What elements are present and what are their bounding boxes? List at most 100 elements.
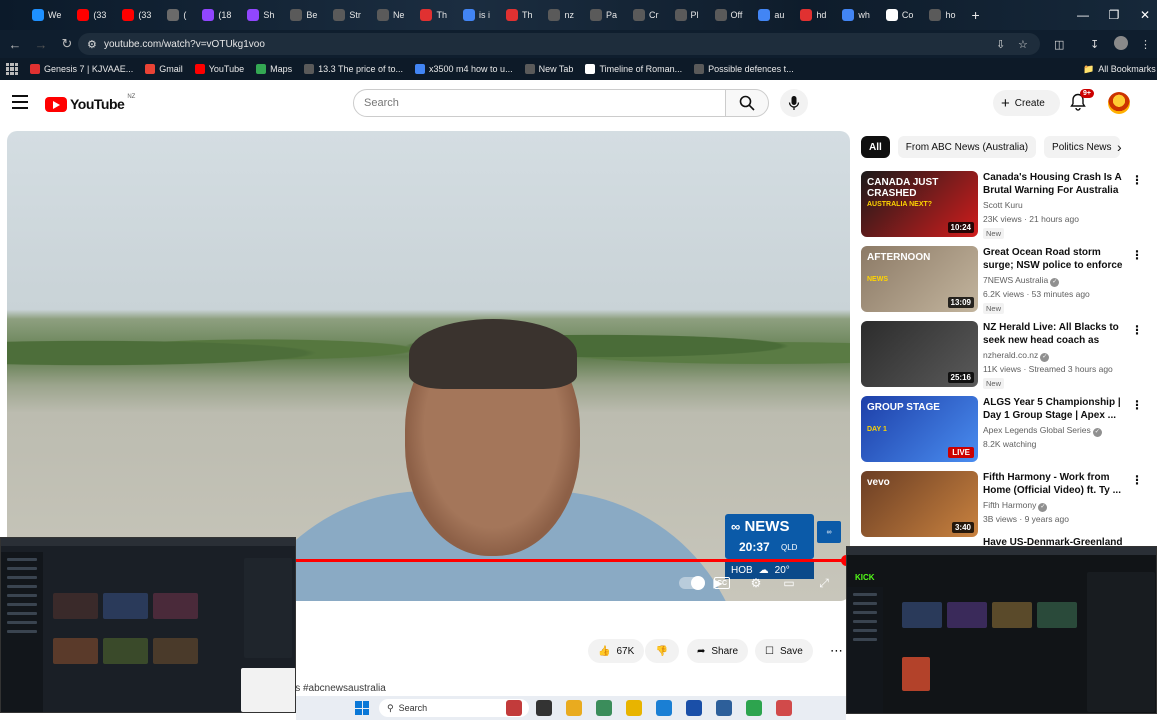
chevron-right-icon[interactable]: › — [1117, 139, 1122, 155]
browser-tab[interactable]: Cr — [625, 0, 667, 30]
recommendation-channel[interactable]: Scott Kuru — [983, 200, 1023, 210]
browser-tab[interactable]: Pl — [667, 0, 707, 30]
bookmark-item[interactable]: Possible defences t... — [694, 64, 794, 74]
recommendation-title[interactable]: ALGS Year 5 Championship | Day 1 Group S… — [983, 396, 1128, 422]
taskbar-app-icon[interactable] — [566, 700, 582, 716]
recommendation-channel[interactable]: 7NEWS Australia ✓ — [983, 275, 1060, 287]
like-button[interactable]: 👍 67K — [588, 639, 645, 663]
url-field[interactable]: ⚙ youtube.com/watch?v=vOTUkg1voo ⇩ ☆ — [78, 33, 1040, 55]
close-window-icon[interactable]: ✕ — [1128, 0, 1157, 30]
restore-icon[interactable]: ❐ — [1097, 0, 1131, 30]
more-options-icon[interactable]: ⋮ — [1131, 173, 1143, 187]
browser-tab[interactable]: is i — [455, 0, 498, 30]
share-button[interactable]: ➦ Share — [687, 639, 749, 663]
browser-tab[interactable]: Th — [498, 0, 541, 30]
bookmark-item[interactable]: Gmail — [145, 64, 183, 74]
forward-icon[interactable]: → — [30, 33, 52, 55]
browser-tab[interactable]: Ne — [369, 0, 413, 30]
recommendation-title[interactable]: Great Ocean Road storm surge; NSW police… — [983, 246, 1128, 272]
search-box[interactable] — [353, 89, 726, 117]
create-button[interactable]: + Create — [993, 90, 1060, 116]
browser-tab[interactable]: Sh — [239, 0, 282, 30]
recommendation-thumbnail[interactable]: GROUP STAGE DAY 1 LIVE — [861, 396, 978, 462]
more-options-icon[interactable]: ⋮ — [1131, 323, 1143, 337]
bookmark-item[interactable]: 13.3 The price of to... — [304, 64, 403, 74]
more-actions-icon[interactable]: ⋯ — [830, 643, 843, 659]
search-button[interactable] — [725, 89, 769, 117]
browser-tab[interactable]: We — [24, 0, 69, 30]
recommendation-thumbnail[interactable]: CANADA JUST CRASHED AUSTRALIA NEXT? 10:24 — [861, 171, 978, 237]
browser-tab[interactable]: Be — [282, 0, 325, 30]
more-options-icon[interactable]: ⋮ — [1131, 248, 1143, 262]
menu-hamburger-icon[interactable] — [12, 95, 28, 109]
downloads-icon[interactable]: ↧ — [1090, 38, 1099, 51]
browser-tab[interactable]: Co — [878, 0, 922, 30]
search-input[interactable] — [364, 97, 704, 109]
extensions-icon[interactable]: ◫ — [1054, 38, 1064, 51]
more-options-icon[interactable]: ⋮ — [1131, 398, 1143, 412]
recommendation-thumbnail[interactable]: vevo 3:40 — [861, 471, 978, 537]
taskbar-app-icon[interactable] — [656, 700, 672, 716]
windows-start-icon[interactable] — [355, 701, 369, 715]
bookmark-item[interactable]: New Tab — [524, 64, 573, 74]
browser-tab[interactable]: Pa — [582, 0, 625, 30]
taskbar-app-icon[interactable] — [746, 700, 762, 716]
recommendation-thumbnail[interactable]: 25:16 — [861, 321, 978, 387]
all-bookmarks-button[interactable]: 📁 All Bookmarks — [1083, 58, 1156, 80]
star-icon[interactable]: ☆ — [1018, 38, 1028, 51]
fullscreen-icon[interactable]: ⤢ — [813, 573, 835, 593]
recommendation-thumbnail[interactable]: AFTERNOON NEWS 13:09 — [861, 246, 978, 312]
apps-grid-icon[interactable] — [6, 63, 18, 75]
settings-gear-icon[interactable]: ⚙ — [745, 573, 767, 593]
recommendation-item[interactable]: vevo 3:40 Fifth Harmony - Work from Home (… — [861, 471, 1151, 541]
install-icon[interactable]: ⇩ — [996, 38, 1005, 51]
browser-tab[interactable]: Th — [412, 0, 455, 30]
browser-tab[interactable]: ( — [159, 0, 194, 30]
menu-icon[interactable]: ⋮ — [1140, 38, 1151, 51]
taskbar-app-icon[interactable] — [626, 700, 642, 716]
browser-tab[interactable]: au — [750, 0, 792, 30]
recommendation-item[interactable]: GROUP STAGE DAY 1 LIVE ALGS Year 5 Champion… — [861, 396, 1151, 466]
taskbar-app-icon[interactable] — [776, 700, 792, 716]
recommendation-channel[interactable]: nzherald.co.nz ✓ — [983, 350, 1050, 362]
save-button[interactable]: ☐ Save — [755, 639, 813, 663]
dislike-button[interactable]: 👎 — [645, 639, 679, 663]
description-hashtag[interactable]: ws #abcnewsaustralia — [288, 683, 386, 694]
recommendation-title[interactable]: NZ Herald Live: All Blacks to seek new h… — [983, 321, 1128, 347]
profile-avatar[interactable] — [1114, 36, 1128, 50]
recommendation-item[interactable]: AFTERNOON NEWS 13:09 Great Ocean Road storm… — [861, 246, 1151, 316]
bookmark-item[interactable]: Genesis 7 | KJVAAE... — [30, 64, 133, 74]
new-tab-button[interactable]: + — [963, 0, 987, 30]
bookmark-item[interactable]: Timeline of Roman... — [585, 64, 682, 74]
voice-search-button[interactable] — [780, 89, 808, 117]
taskbar-app-icon[interactable] — [506, 700, 522, 716]
recommendation-title[interactable]: Canada's Housing Crash Is A Brutal Warni… — [983, 171, 1128, 197]
browser-tab[interactable]: hd — [792, 0, 834, 30]
browser-tab[interactable]: (33 — [114, 0, 159, 30]
recommendation-channel[interactable]: Fifth Harmony ✓ — [983, 500, 1048, 512]
browser-tab[interactable]: (18 — [194, 0, 239, 30]
bookmark-item[interactable]: YouTube — [194, 64, 244, 74]
filter-chip[interactable]: All — [861, 136, 890, 158]
video-player[interactable]: ∞ NEWS 20:37 QLD ∞ HOB ☁ 20° ▶ CC ⚙ ▭ ⤢ — [7, 131, 850, 601]
recommendation-item[interactable]: 25:16 NZ Herald Live: All Blacks to seek … — [861, 321, 1151, 391]
taskbar-app-icon[interactable] — [596, 700, 612, 716]
reload-icon[interactable]: ↻ — [56, 33, 78, 55]
browser-tab[interactable]: wh — [834, 0, 878, 30]
taskbar-app-icon[interactable] — [686, 700, 702, 716]
site-info-icon[interactable]: ⚙ — [87, 38, 97, 51]
browser-tab[interactable]: nz — [540, 0, 582, 30]
taskbar-app-icon[interactable] — [716, 700, 732, 716]
autoplay-toggle[interactable] — [679, 576, 705, 590]
browser-tab[interactable]: Str — [325, 0, 369, 30]
browser-tab[interactable]: (33 — [69, 0, 114, 30]
minimize-icon[interactable]: — — [1066, 0, 1100, 30]
recommendation-item[interactable]: CANADA JUST CRASHED AUSTRALIA NEXT? 10:24 C… — [861, 171, 1151, 241]
more-options-icon[interactable]: ⋮ — [1131, 473, 1143, 487]
captions-button[interactable]: CC — [711, 573, 733, 593]
recommendation-title[interactable]: Fifth Harmony - Work from Home (Official… — [983, 471, 1128, 497]
filter-chip[interactable]: Politics News — [1044, 136, 1120, 158]
browser-tab[interactable]: ho — [921, 0, 963, 30]
notifications-button[interactable]: 9+ — [1070, 89, 1094, 113]
theater-mode-icon[interactable]: ▭ — [778, 573, 800, 593]
